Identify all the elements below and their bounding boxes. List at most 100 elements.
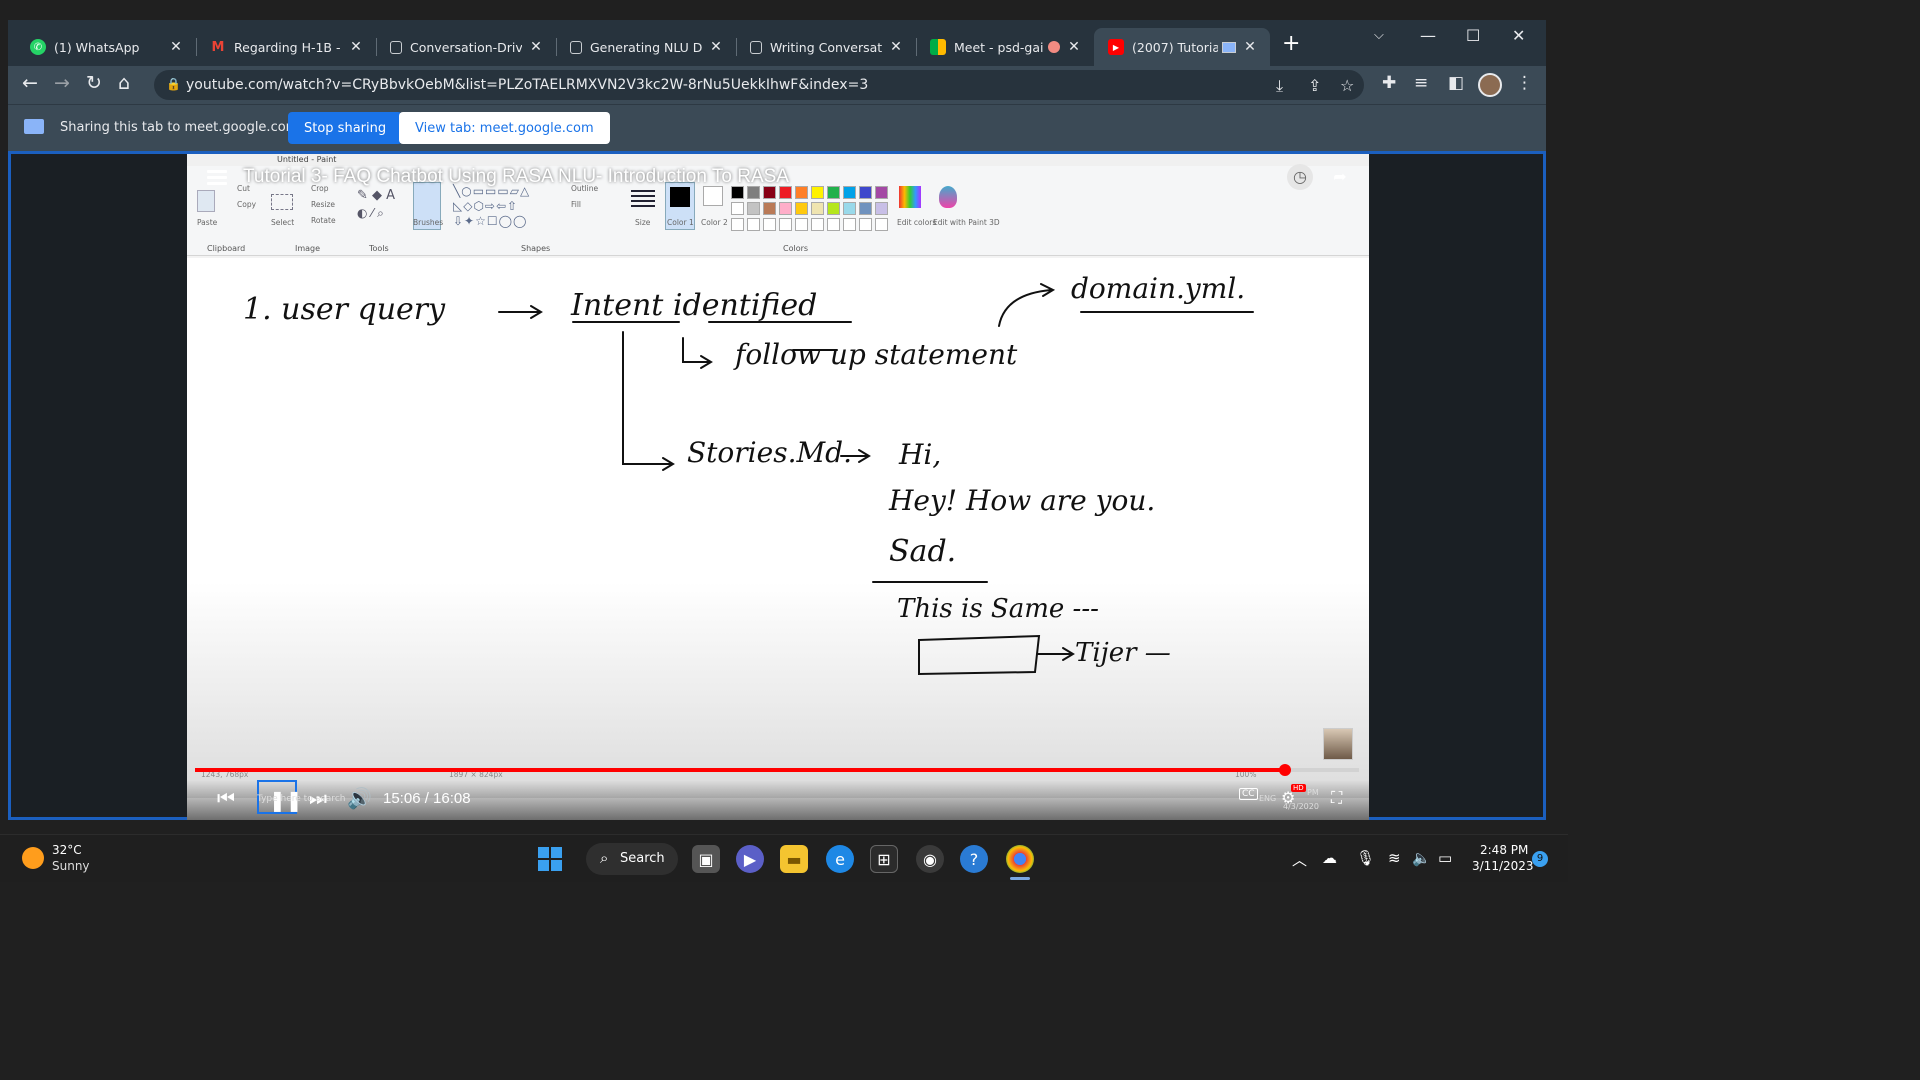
inner-taskbar-lang: ENG <box>1259 794 1277 803</box>
github-icon[interactable]: ◉ <box>916 845 944 873</box>
minimize-button[interactable]: — <box>1420 26 1436 45</box>
task-view-icon[interactable]: ▣ <box>692 845 720 873</box>
tray-chevron-icon[interactable]: ︿ <box>1292 849 1307 870</box>
profile-avatar[interactable] <box>1478 73 1502 97</box>
install-icon[interactable]: ⤓ <box>1276 76 1283 96</box>
presenter-webcam-thumbnail <box>1323 728 1353 760</box>
handwriting-this-is-same: This is Same --- <box>897 594 1099 624</box>
video-player[interactable]: Untitled - Paint Paste Cut Copy Select C… <box>187 154 1369 820</box>
weather-condition[interactable]: Sunny <box>52 859 90 873</box>
screen: ✆ (1) WhatsApp ✕ M Regarding H-1B - nar … <box>0 0 1568 882</box>
scrubber-knob[interactable] <box>1278 764 1291 776</box>
tab-label: Conversation-Driven <box>410 39 522 55</box>
handwriting-hey-how-are-you: Hey! How are you. <box>889 484 1156 517</box>
tab-youtube-active[interactable]: ▶ (2007) Tutorial 3 ✕ <box>1094 28 1270 66</box>
forward-button[interactable]: → <box>54 72 70 94</box>
new-tab-button[interactable]: + <box>1282 33 1300 55</box>
home-button[interactable]: ⌂ <box>118 72 130 94</box>
arrow-stroke <box>1036 647 1075 661</box>
progress-played <box>195 768 1285 772</box>
handwriting-hi: Hi, <box>899 438 942 471</box>
reload-button[interactable]: ↻ <box>86 72 102 94</box>
handwriting-sad: Sad. <box>889 534 957 569</box>
taskbar-search[interactable]: ⌕ Search <box>586 843 678 875</box>
side-panel-icon[interactable]: ◧ <box>1448 73 1464 93</box>
weather-sun-icon[interactable] <box>22 847 44 869</box>
file-explorer-icon[interactable]: ▬ <box>780 845 808 873</box>
handwriting-intent: Intent identified <box>571 288 818 323</box>
tab-whatsapp[interactable]: ✆ (1) WhatsApp ✕ <box>16 28 196 66</box>
share-arrow-icon[interactable]: ➦ <box>1327 164 1353 190</box>
time-display: 15:06 / 16:08 <box>383 790 471 807</box>
teams-chat-icon[interactable]: ▶ <box>736 845 764 873</box>
extensions-puzzle-icon[interactable]: ✚ <box>1382 73 1396 93</box>
tab-meet[interactable]: Meet - psd-gaih ✕ <box>916 28 1094 66</box>
clock-time[interactable]: 2:48 PM <box>1480 843 1528 857</box>
doc-icon <box>390 40 402 54</box>
close-icon[interactable]: ✕ <box>348 39 364 55</box>
volume-icon[interactable]: 🔊 <box>347 786 372 810</box>
sharing-status-text: Sharing this tab to meet.google.com <box>60 120 299 135</box>
close-icon[interactable]: ✕ <box>1066 39 1082 55</box>
watch-later-clock-icon[interactable]: ◷ <box>1287 164 1313 190</box>
tab-generating-nlu[interactable]: Generating NLU Data ✕ <box>556 28 736 66</box>
address-bar[interactable]: 🔒 youtube.com/watch?v=CRyBbvkOebM&list=P… <box>154 70 1364 100</box>
handwriting-user-query: 1. user query <box>243 292 446 327</box>
gmail-icon: M <box>211 39 225 55</box>
tab-label: (2007) Tutorial 3 <box>1132 39 1218 55</box>
handwriting-domain-yml: domain.yml. <box>1071 272 1246 305</box>
back-button[interactable]: ← <box>22 72 38 94</box>
edge-browser-icon[interactable]: e <box>826 845 854 873</box>
chrome-icon[interactable] <box>1006 845 1034 873</box>
microphone-icon[interactable]: 🎙 <box>1356 849 1375 867</box>
wifi-icon[interactable]: ≋ <box>1388 849 1401 867</box>
tab-sharing-bar: Sharing this tab to meet.google.com Stop… <box>8 104 1546 150</box>
previous-icon[interactable]: ⏮ <box>217 786 235 810</box>
close-icon[interactable]: ✕ <box>168 39 184 55</box>
follow-arrow-stroke <box>682 337 713 369</box>
weather-temperature[interactable]: 32°C <box>52 843 82 857</box>
share-icon[interactable]: ⇪ <box>1308 76 1321 95</box>
inner-taskbar-time: PM <box>1307 788 1319 797</box>
close-icon[interactable]: ✕ <box>888 39 904 55</box>
url-text[interactable]: youtube.com/watch?v=CRyBbvkOebM&list=PLZ… <box>186 77 868 93</box>
progress-bar[interactable] <box>195 764 1359 776</box>
fullscreen-icon[interactable]: ⛶ <box>1331 788 1342 808</box>
chrome-window: ✆ (1) WhatsApp ✕ M Regarding H-1B - nar … <box>8 20 1546 820</box>
close-window-button[interactable]: ✕ <box>1512 26 1525 45</box>
close-icon[interactable]: ✕ <box>708 39 724 55</box>
tab-search-chevron-icon[interactable]: ⌵ <box>1374 28 1384 43</box>
video-title[interactable]: Tutorial 3- FAQ Chatbot Using RASA NLU- … <box>243 166 789 188</box>
youtube-icon: ▶ <box>1108 39 1124 55</box>
clock-date[interactable]: 3/11/2023 <box>1472 859 1534 873</box>
player-controls: ⏮ ❚❚ ⏭ 🔊 15:06 / 16:08 Type here to sear… <box>187 780 1369 820</box>
tab-gmail[interactable]: M Regarding H-1B - nar ✕ <box>196 28 376 66</box>
speaker-icon[interactable]: 🔈 <box>1412 849 1431 867</box>
stop-sharing-button[interactable]: Stop sharing <box>288 112 403 144</box>
menu-kebab-icon[interactable]: ⋮ <box>1516 73 1533 93</box>
tab-label: (1) WhatsApp <box>54 39 140 55</box>
tab-writing-conversation[interactable]: Writing Conversation ✕ <box>736 28 916 66</box>
branch-arrow-stroke <box>622 331 675 471</box>
close-icon[interactable]: ✕ <box>1242 39 1258 55</box>
windows-taskbar: 32°C Sunny ⌕ Search ▣ ▶ ▬ e ⊞ ◉ ? ︿ ☁ 🎙 … <box>0 834 1568 882</box>
tab-conversation-driven[interactable]: Conversation-Driven ✕ <box>376 28 556 66</box>
media-control-icon[interactable]: ≡ <box>1414 73 1428 93</box>
battery-icon[interactable]: ▭ <box>1438 849 1452 867</box>
help-icon[interactable]: ? <box>960 845 988 873</box>
search-label: Search <box>620 851 665 866</box>
maximize-button[interactable]: ☐ <box>1466 26 1480 45</box>
tab-label: Regarding H-1B - nar <box>234 39 342 55</box>
playlist-menu-icon[interactable] <box>207 170 227 186</box>
notification-badge[interactable]: 9 <box>1532 851 1548 867</box>
curve-arrow-stroke <box>998 283 1056 327</box>
close-icon[interactable]: ✕ <box>528 39 544 55</box>
sharing-indicator-icon <box>1222 41 1236 53</box>
view-tab-button[interactable]: View tab: meet.google.com <box>399 112 610 144</box>
inner-taskbar-search: Type here to search <box>257 794 346 804</box>
bookmark-star-icon[interactable]: ☆ <box>1340 76 1354 95</box>
microsoft-store-icon[interactable]: ⊞ <box>870 845 898 873</box>
onedrive-cloud-icon[interactable]: ☁ <box>1322 849 1337 867</box>
start-windows-icon[interactable] <box>538 847 562 871</box>
captions-button[interactable]: CC <box>1239 788 1258 800</box>
